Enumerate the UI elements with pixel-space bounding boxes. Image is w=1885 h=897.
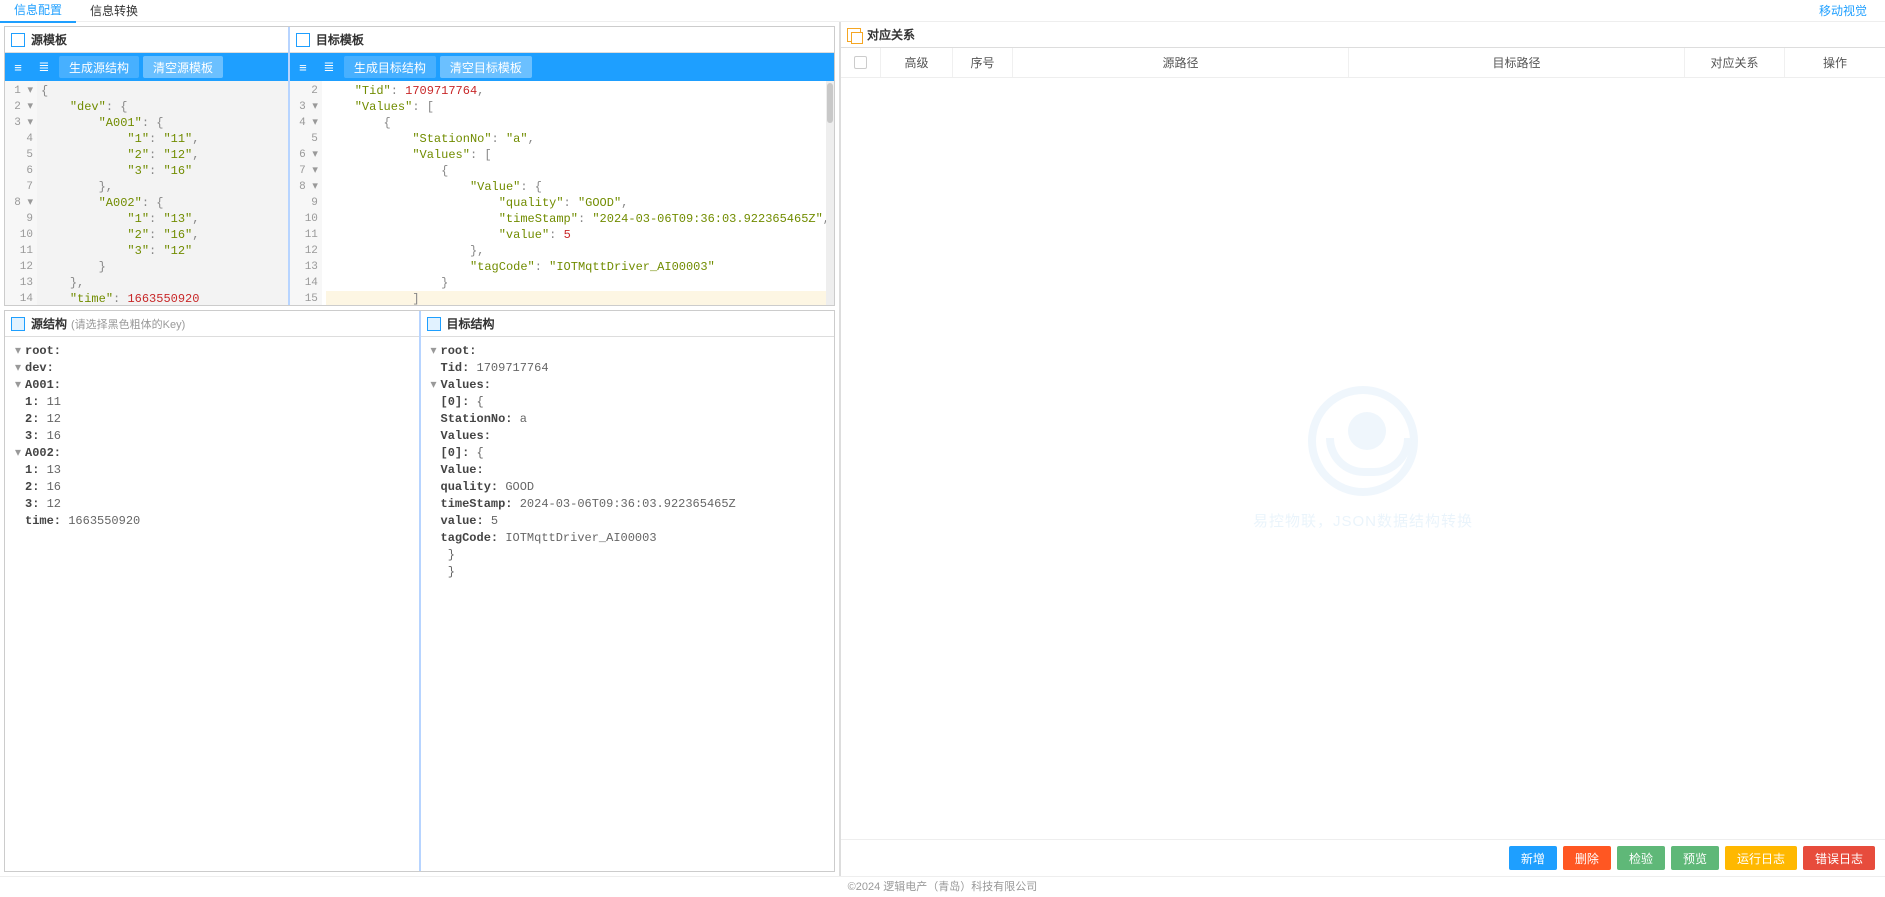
tree-row[interactable]: ▾dev:: [15, 360, 409, 377]
relation-header: 对应关系: [841, 22, 1885, 48]
tree-row[interactable]: ▾root:: [431, 343, 825, 360]
tree-row[interactable]: }: [431, 564, 825, 581]
panel-title: 源模板: [31, 31, 67, 48]
tree-row[interactable]: 3: 16: [15, 428, 409, 445]
preview-button[interactable]: 预览: [1671, 846, 1719, 870]
source-tree[interactable]: ▾root: ▾dev: ▾A001: 1: 11 2: 12 3: 16 ▾A…: [5, 337, 419, 871]
panel-header: 源模板: [5, 27, 288, 53]
tree-row[interactable]: Value:: [431, 462, 825, 479]
source-struct-panel: 源结构 (请选择黑色粗体的Key) ▾root: ▾dev: ▾A001: 1:…: [5, 311, 419, 871]
panel-icon: [11, 317, 25, 331]
watermark-logo-icon: [1308, 386, 1418, 496]
target-template-panel: 目标模板 ≡ ≣ 生成目标结构 清空目标模板 2 3 ▾ 4 ▾ 5 6 ▾ 7…: [288, 27, 834, 305]
relation-icon: [847, 28, 861, 42]
mobile-view-link[interactable]: 移动视觉: [1819, 2, 1885, 19]
th-relation: 对应关系: [1685, 48, 1785, 77]
tree-row[interactable]: ▾root:: [15, 343, 409, 360]
delete-button[interactable]: 删除: [1563, 846, 1611, 870]
clear-source-tpl-button[interactable]: 清空源模板: [143, 56, 223, 78]
panel-header: 目标结构: [421, 311, 835, 337]
th-seq: 序号: [953, 48, 1013, 77]
tree-row[interactable]: }: [431, 547, 825, 564]
indent-right-icon[interactable]: ≣: [318, 56, 340, 78]
top-tabs: 信息配置 信息转换 移动视觉: [0, 0, 1885, 22]
add-button[interactable]: 新增: [1509, 846, 1557, 870]
indent-left-icon[interactable]: ≡: [292, 56, 314, 78]
panel-title: 对应关系: [867, 26, 915, 43]
watermark-text: 易控物联，JSON数据结构转换: [1253, 510, 1473, 531]
target-code-editor[interactable]: 2 3 ▾ 4 ▾ 5 6 ▾ 7 ▾ 8 ▾ 9 10 11 12 13 14…: [290, 81, 834, 305]
relation-column: 对应关系 高级 序号 源路径 目标路径 对应关系 操作 易控物联，JSON数据结…: [840, 22, 1885, 876]
tree-row[interactable]: [0]: {: [431, 445, 825, 462]
tree-row[interactable]: ▾Values:: [431, 377, 825, 394]
tree-row[interactable]: 1: 11: [15, 394, 409, 411]
check-button[interactable]: 检验: [1617, 846, 1665, 870]
tab-info-config[interactable]: 信息配置: [0, 0, 76, 23]
relation-table-header: 高级 序号 源路径 目标路径 对应关系 操作: [841, 48, 1885, 78]
runlog-button[interactable]: 运行日志: [1725, 846, 1797, 870]
tree-row[interactable]: 1: 13: [15, 462, 409, 479]
th-src-path: 源路径: [1013, 48, 1349, 77]
gen-target-struct-button[interactable]: 生成目标结构: [344, 56, 436, 78]
panel-header: 目标模板: [290, 27, 834, 53]
panel-icon: [427, 317, 441, 331]
tree-row[interactable]: value: 5: [431, 513, 825, 530]
tree-row[interactable]: time: 1663550920: [15, 513, 409, 530]
target-toolbar: ≡ ≣ 生成目标结构 清空目标模板: [290, 53, 834, 81]
panel-icon: [11, 33, 25, 47]
tree-row[interactable]: quality: GOOD: [431, 479, 825, 496]
clear-target-tpl-button[interactable]: 清空目标模板: [440, 56, 532, 78]
th-op: 操作: [1785, 48, 1885, 77]
gen-source-struct-button[interactable]: 生成源结构: [59, 56, 139, 78]
indent-right-icon[interactable]: ≣: [33, 56, 55, 78]
tree-row[interactable]: 2: 12: [15, 411, 409, 428]
panel-header: 源结构 (请选择黑色粗体的Key): [5, 311, 419, 337]
panel-title: 源结构: [31, 315, 67, 332]
tree-row[interactable]: timeStamp: 2024-03-06T09:36:03.922365465…: [431, 496, 825, 513]
tree-row[interactable]: [0]: {: [431, 394, 825, 411]
left-column: 源模板 ≡ ≣ 生成源结构 清空源模板 1 ▾ 2 ▾ 3 ▾ 4 5 6 7 …: [0, 22, 840, 876]
tree-row[interactable]: tagCode: IOTMqttDriver_AI00003: [431, 530, 825, 547]
panel-icon: [296, 33, 310, 47]
panel-hint: (请选择黑色粗体的Key): [71, 316, 185, 332]
errlog-button[interactable]: 错误日志: [1803, 846, 1875, 870]
tree-row[interactable]: StationNo: a: [431, 411, 825, 428]
th-checkbox[interactable]: [841, 48, 881, 77]
tree-row[interactable]: ▾A002:: [15, 445, 409, 462]
tree-row[interactable]: ▾A001:: [15, 377, 409, 394]
source-code-editor[interactable]: 1 ▾ 2 ▾ 3 ▾ 4 5 6 7 8 ▾ 9 10 11 12 13 14…: [5, 81, 288, 305]
tree-row[interactable]: 2: 16: [15, 479, 409, 496]
target-tree[interactable]: ▾root: Tid: 1709717764 ▾Values: [0]: { S…: [421, 337, 835, 871]
watermark: 易控物联，JSON数据结构转换: [841, 78, 1885, 839]
tab-info-convert[interactable]: 信息转换: [76, 0, 152, 22]
tree-row[interactable]: Tid: 1709717764: [431, 360, 825, 377]
source-template-panel: 源模板 ≡ ≣ 生成源结构 清空源模板 1 ▾ 2 ▾ 3 ▾ 4 5 6 7 …: [5, 27, 288, 305]
scrollbar[interactable]: [826, 81, 834, 305]
target-struct-panel: 目标结构 ▾root: Tid: 1709717764 ▾Values: [0]…: [419, 311, 835, 871]
th-dst-path: 目标路径: [1349, 48, 1685, 77]
tree-row[interactable]: 3: 12: [15, 496, 409, 513]
panel-title: 目标模板: [316, 31, 364, 48]
indent-left-icon[interactable]: ≡: [7, 56, 29, 78]
th-advanced: 高级: [881, 48, 953, 77]
tree-row[interactable]: Values:: [431, 428, 825, 445]
main-area: 源模板 ≡ ≣ 生成源结构 清空源模板 1 ▾ 2 ▾ 3 ▾ 4 5 6 7 …: [0, 22, 1885, 876]
bottom-buttons: 新增 删除 检验 预览 运行日志 错误日志: [841, 839, 1885, 876]
source-toolbar: ≡ ≣ 生成源结构 清空源模板: [5, 53, 288, 81]
footer: ©2024 逻辑电产（青岛）科技有限公司: [0, 876, 1885, 896]
panel-title: 目标结构: [447, 315, 495, 332]
